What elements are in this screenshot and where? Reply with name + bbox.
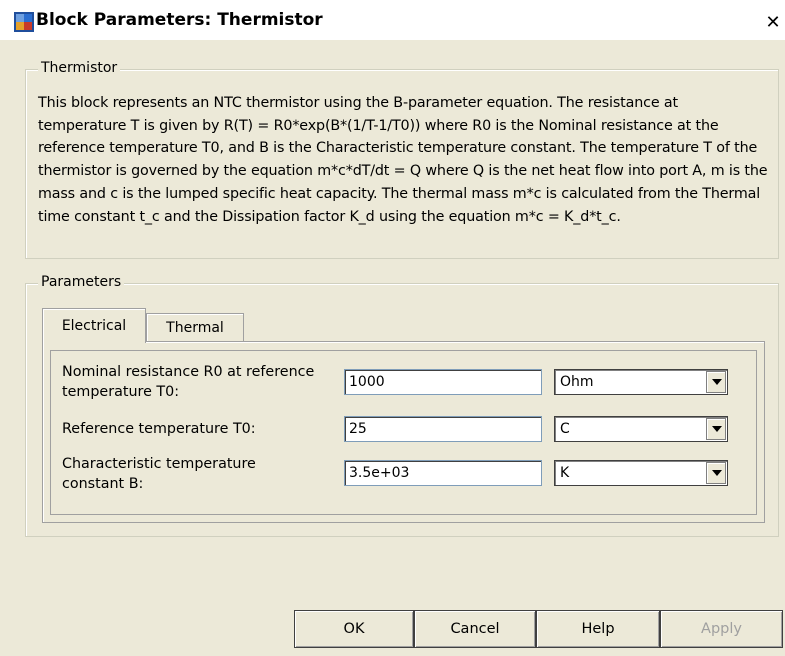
param-label-reference-temperature: Reference temperature T0: [62,421,256,437]
description-group-legend: Thermistor [38,60,121,76]
tab-electrical[interactable]: Electrical [42,308,146,343]
reference-temperature-input[interactable] [344,416,542,442]
ok-button[interactable]: OK [294,610,414,648]
chevron-down-icon[interactable] [706,418,726,440]
help-button[interactable]: Help [536,610,660,648]
simulink-block-icon [14,12,34,32]
window-title: Block Parameters: Thermistor [36,10,323,30]
title-bar[interactable]: Block Parameters: Thermistor ✕ [0,0,785,40]
characteristic-constant-input[interactable] [344,460,542,486]
parameters-group-legend: Parameters [38,274,125,290]
nominal-resistance-input[interactable] [344,369,542,395]
nominal-resistance-unit-select[interactable]: Ohm [554,369,728,395]
tab-electrical-label: Electrical [61,318,127,334]
unit-value: C [560,421,570,437]
chevron-down-icon[interactable] [706,462,726,484]
unit-value: Ohm [560,374,594,390]
reference-temperature-unit-select[interactable]: C [554,416,728,442]
param-label-nominal-resistance: Nominal resistance R0 at reference tempe… [62,364,315,400]
close-icon[interactable]: ✕ [764,14,782,32]
characteristic-constant-unit-select[interactable]: K [554,460,728,486]
cancel-button[interactable]: Cancel [414,610,536,648]
apply-button[interactable]: Apply [660,610,783,648]
param-label-characteristic-constant: Characteristic temperature constant B: [62,456,256,492]
chevron-down-icon[interactable] [706,371,726,393]
block-description: This block represents an NTC thermistor … [38,95,768,225]
tab-thermal[interactable]: Thermal [146,313,244,342]
unit-value: K [560,465,570,481]
tab-thermal-label: Thermal [166,320,224,336]
